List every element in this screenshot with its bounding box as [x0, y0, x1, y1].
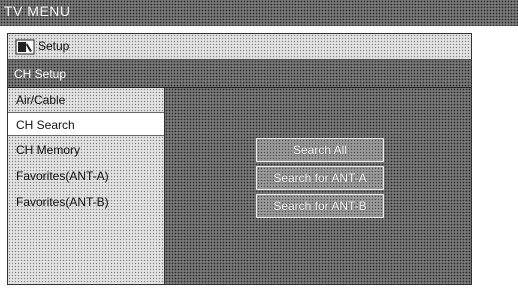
- title-bar: TV MENU: [0, 0, 518, 26]
- setup-label: Setup: [38, 39, 70, 53]
- sidebar-item-favorites-ant-a[interactable]: Favorites(ANT-A): [8, 164, 164, 188]
- ch-setup-header: CH Setup: [8, 60, 471, 88]
- content-area: Search All Search for ANT-A Search for A…: [164, 88, 471, 284]
- search-ant-b-label: Search for ANT-B: [273, 199, 367, 213]
- section-title: CH Setup: [14, 67, 67, 81]
- sidebar-item-ch-memory[interactable]: CH Memory: [8, 138, 164, 162]
- search-ant-b-button[interactable]: Search for ANT-B: [256, 194, 384, 218]
- page-title: TV MENU: [4, 3, 71, 19]
- setup-header: Setup: [8, 34, 471, 60]
- setup-wrench-icon: [15, 39, 35, 55]
- sidebar-item-ch-search[interactable]: CH Search: [8, 112, 164, 136]
- menu-panel: Setup CH Setup Air/Cable CH Search CH Me…: [7, 33, 472, 285]
- sidebar-item-favorites-ant-b[interactable]: Favorites(ANT-B): [8, 190, 164, 214]
- search-ant-a-label: Search for ANT-A: [273, 171, 367, 185]
- search-ant-a-button[interactable]: Search for ANT-A: [256, 166, 384, 190]
- search-all-button[interactable]: Search All: [256, 138, 384, 162]
- search-all-label: Search All: [292, 143, 348, 157]
- sidebar: Air/Cable CH Search CH Memory Favorites(…: [8, 88, 164, 284]
- sidebar-item-air-cable[interactable]: Air/Cable: [8, 88, 164, 112]
